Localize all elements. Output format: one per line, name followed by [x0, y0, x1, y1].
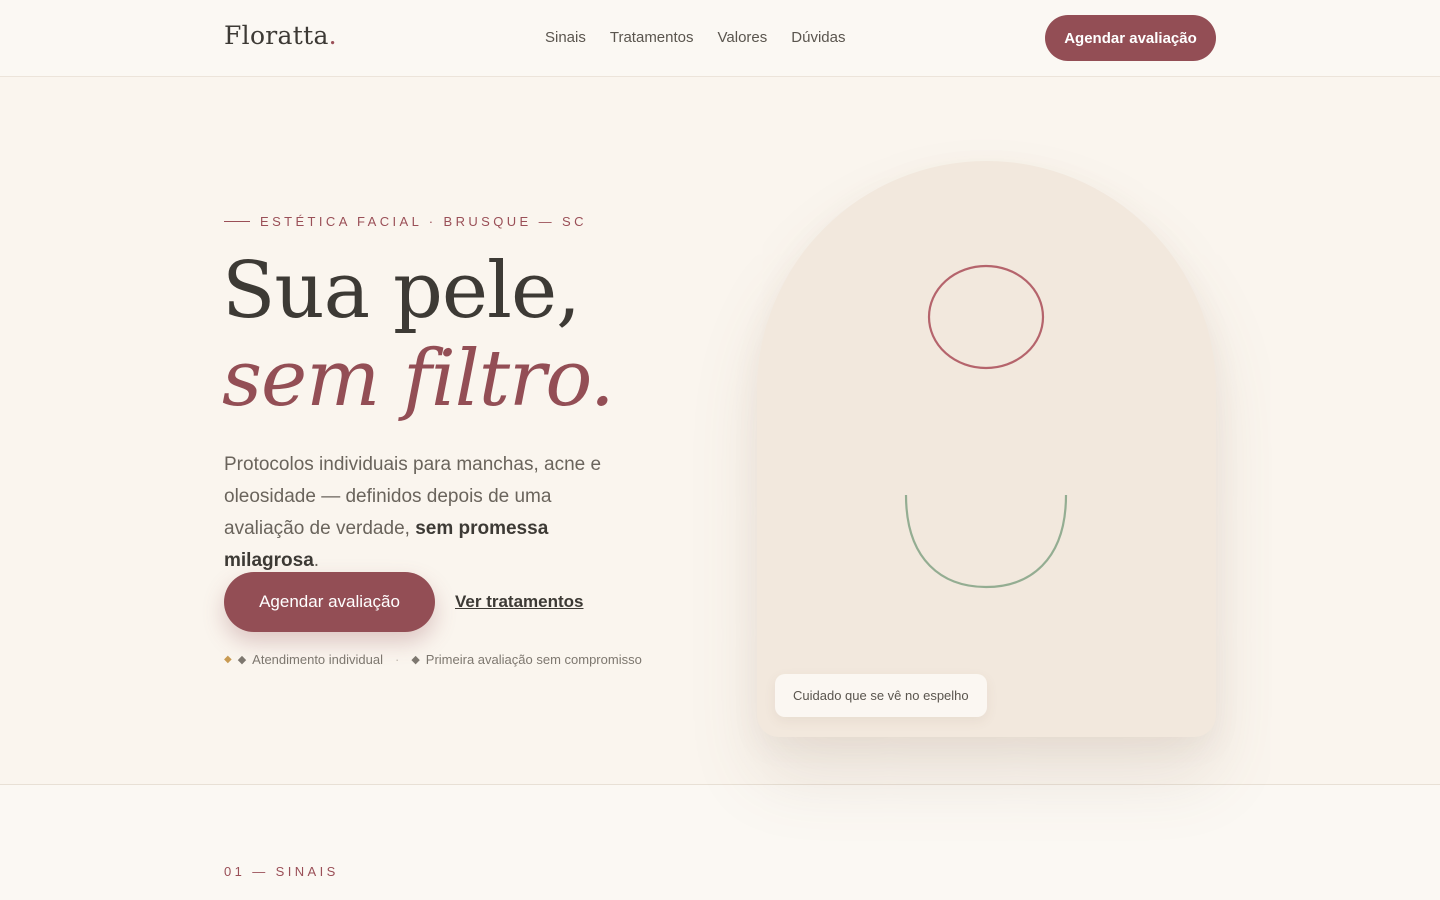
- hero-headline: Sua pele, sem filtro.: [222, 246, 615, 424]
- diamond-icon: ◆: [237, 654, 247, 666]
- nav-link-valores[interactable]: Valores: [718, 29, 768, 46]
- smile-curve-icon: [904, 494, 1068, 589]
- site-header: Floratta. Sinais Tratamentos Valores Dúv…: [0, 0, 1440, 77]
- main-nav: Sinais Tratamentos Valores Dúvidas: [545, 29, 845, 46]
- hero-lead: Protocolos individuais para manchas, acn…: [224, 449, 634, 577]
- nav-link-sinais[interactable]: Sinais: [545, 29, 586, 46]
- logo[interactable]: Floratta.: [224, 21, 337, 50]
- hero-section: ESTÉTICA FACIAL · BRUSQUE — SC Sua pele,…: [0, 77, 1440, 785]
- hero-schedule-button[interactable]: Agendar avaliação: [224, 572, 435, 632]
- logo-text: Floratta: [224, 21, 329, 50]
- eyebrow-text: ESTÉTICA FACIAL · BRUSQUE — SC: [260, 214, 587, 229]
- lead-end: .: [313, 550, 320, 571]
- mirror-badge: Cuidado que se vê no espelho: [775, 674, 987, 717]
- face-illustration: [904, 264, 1068, 589]
- headline-line-1: Sua pele,: [222, 246, 581, 336]
- diamond-gold-icon: ◆: [224, 654, 232, 665]
- section-label-sinais: 01 — SINAIS: [224, 864, 339, 879]
- headline-line-2: sem filtro.: [222, 334, 615, 424]
- eyebrow-line: [224, 221, 250, 222]
- trust-separator: ·: [394, 652, 400, 667]
- nav-link-tratamentos[interactable]: Tratamentos: [610, 29, 694, 46]
- circle-outline-icon: [927, 264, 1045, 370]
- arch-illustration-card: Cuidado que se vê no espelho: [757, 161, 1216, 737]
- view-treatments-link[interactable]: Ver tratamentos: [455, 592, 584, 612]
- trust-item-first-evaluation: Primeira avaliação sem compromisso: [425, 652, 642, 667]
- nav-link-duvidas[interactable]: Dúvidas: [791, 29, 845, 46]
- header-schedule-button[interactable]: Agendar avaliação: [1045, 15, 1216, 61]
- trust-row: ◆ ◆ Atendimento individual · ◆ Primeira …: [224, 652, 642, 667]
- diamond-icon: ◆: [411, 654, 420, 666]
- logo-dot: .: [328, 21, 337, 50]
- hero-eyebrow: ESTÉTICA FACIAL · BRUSQUE — SC: [224, 214, 587, 229]
- trust-item-individual: Atendimento individual: [252, 652, 383, 667]
